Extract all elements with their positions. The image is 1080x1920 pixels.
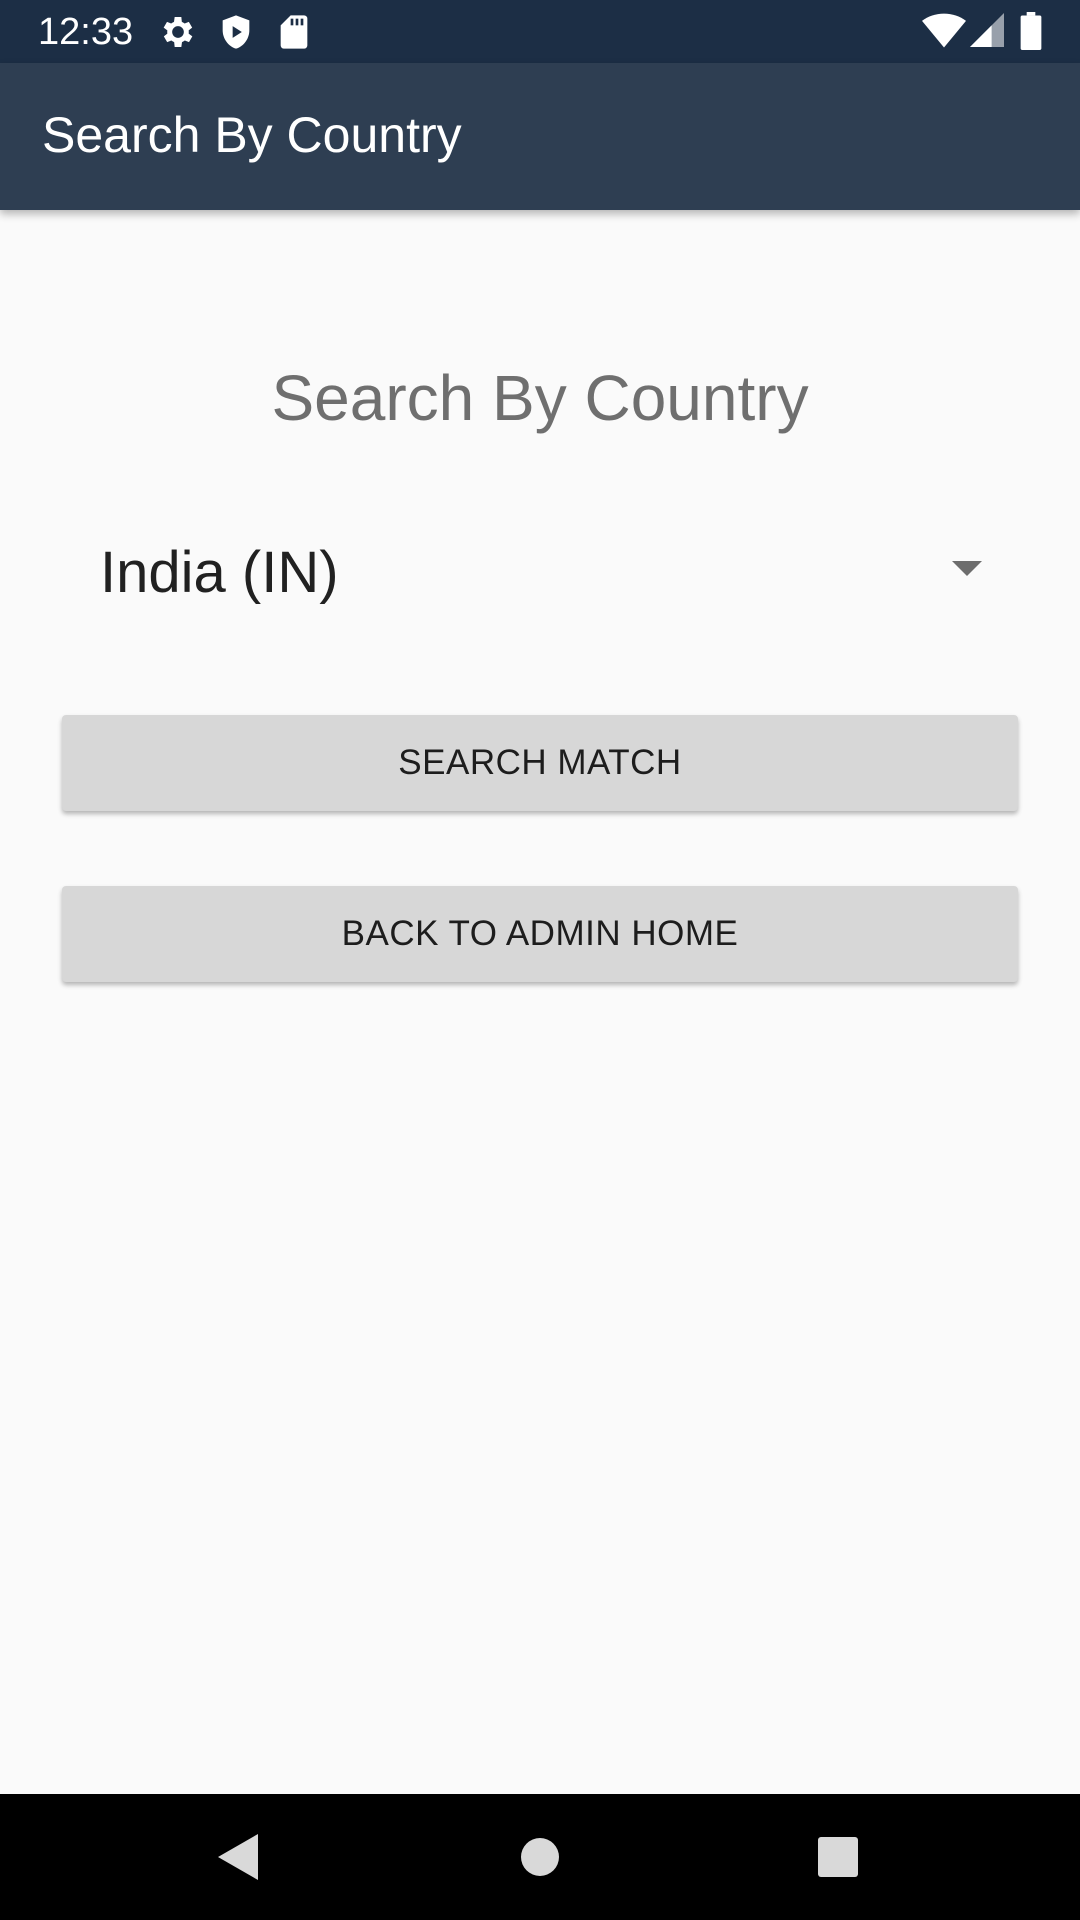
back-to-admin-home-button[interactable]: BACK TO ADMIN HOME [62,886,1018,982]
settings-icon [163,17,193,47]
status-time: 12:33 [38,11,134,53]
sd-card-icon [280,15,308,49]
app-bar: Search By Country [0,63,1080,210]
back-icon[interactable] [218,1834,258,1880]
app-bar-title: Search By Country [42,107,462,163]
recents-icon[interactable] [818,1837,858,1877]
country-dropdown-value: India (IN) [100,540,339,605]
status-bar: 12:33 [0,0,1080,63]
page-heading: Search By Country [271,362,809,434]
home-icon[interactable] [521,1838,559,1876]
navigation-bar [0,1794,1080,1920]
search-match-button[interactable]: SEARCH MATCH [62,715,1018,811]
shield-icon [222,15,250,49]
wifi-icon [922,13,966,48]
dropdown-arrow-icon [952,561,982,576]
country-dropdown[interactable]: India (IN) [62,520,1018,624]
battery-icon [1020,12,1042,50]
cell-signal-icon [970,13,1004,47]
screen: 12:33 Search By Country Search By Countr… [0,0,1080,1920]
